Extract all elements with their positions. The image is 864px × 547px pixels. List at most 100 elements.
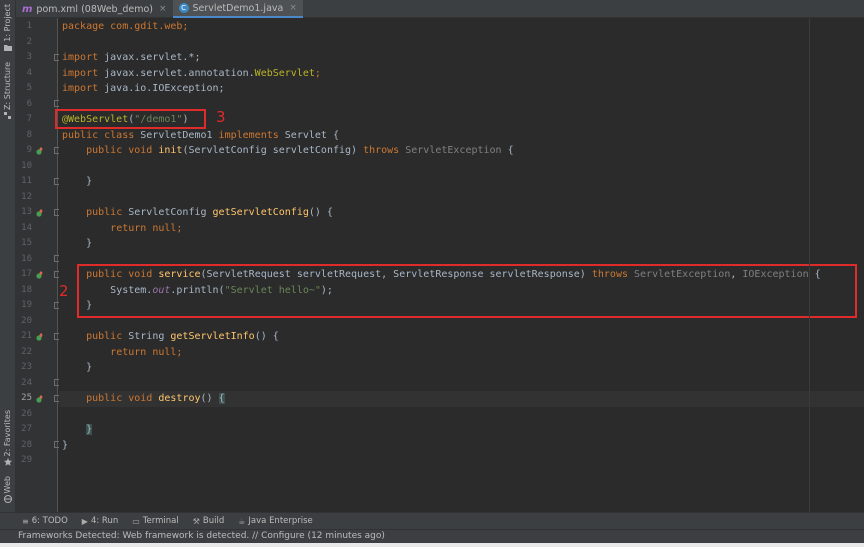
maven-icon: m <box>22 3 33 15</box>
code-text: package com.gdit.web; <box>62 21 189 32</box>
tab-pom-xml[interactable]: m pom.xml (08Web_demo) × <box>16 0 173 18</box>
code-token: return null <box>110 346 177 358</box>
implements-method-icon[interactable] <box>36 333 44 341</box>
line-number: 14 <box>21 222 32 233</box>
code-token: String <box>122 331 171 342</box>
todo-label: 6: TODO <box>31 516 68 526</box>
code-token: implements <box>218 129 279 141</box>
line-number: 5 <box>26 83 32 93</box>
tab-label: ServletDemo1.java <box>192 2 284 14</box>
implements-method-icon[interactable] <box>36 209 44 217</box>
line-number: 15 <box>21 238 32 248</box>
close-icon[interactable]: × <box>289 3 297 13</box>
matched-brace: { <box>218 393 225 404</box>
code-line-15: } <box>62 236 92 252</box>
line-number: 6 <box>26 98 32 109</box>
line-number: 12 <box>21 191 32 202</box>
java-enterprise-label: Java Enterprise <box>248 516 313 526</box>
right-margin-guide <box>809 18 810 512</box>
web-tool-button[interactable]: Web <box>1 476 15 504</box>
code-token: Servlet { <box>278 129 339 141</box>
java-enterprise-tool-button[interactable]: ☕ Java Enterprise <box>238 516 313 526</box>
run-tool-button[interactable]: ▶ 4: Run <box>82 516 118 526</box>
status-bar[interactable]: Frameworks Detected: Web framework is de… <box>0 529 864 543</box>
line-number: 13 <box>21 207 32 217</box>
code-token: init <box>158 145 183 156</box>
status-message[interactable]: Frameworks Detected: Web framework is de… <box>18 531 385 541</box>
editor-gutter: 1 2 3 4 5 6 7 8 9 10 11 12 13 14 15 16 1… <box>16 18 61 512</box>
line-number: 22 <box>21 346 32 357</box>
implements-method-icon[interactable] <box>36 395 44 403</box>
globe-icon <box>4 495 12 504</box>
line-number: 2 <box>26 36 32 47</box>
code-editor[interactable]: package com.gdit.web; import javax.servl… <box>55 18 864 512</box>
code-line-23: } <box>62 360 92 376</box>
code-token: return null <box>110 222 177 234</box>
code-token: ServletDemo1 <box>134 129 219 141</box>
java-enterprise-icon: ☕ <box>238 516 246 526</box>
code-token: WebServlet <box>254 67 315 79</box>
editor-tab-bar: m pom.xml (08Web_demo) × C ServletDemo1.… <box>16 0 864 18</box>
code-token: { <box>501 145 514 156</box>
code-token: public class <box>62 129 135 141</box>
bottom-tool-bar: ≡ 6: TODO ▶ 4: Run ▭ Terminal ⚒ Build ☕ Java … <box>0 512 864 529</box>
code-token: ServletConfig <box>122 207 213 218</box>
close-icon[interactable]: × <box>159 4 167 14</box>
project-tool-button[interactable]: 1: Project <box>1 4 15 52</box>
matched-brace: } <box>86 424 93 435</box>
code-line-22: return null; <box>62 345 182 361</box>
todo-tool-button[interactable]: ≡ 6: TODO <box>22 516 68 526</box>
line-number: 28 <box>21 439 32 450</box>
favorites-tool-button[interactable]: 2: Favorites <box>1 410 15 467</box>
line-number: 4 <box>26 67 32 78</box>
line-number: 11 <box>21 176 32 186</box>
terminal-label: Terminal <box>142 516 179 526</box>
code-token: javax.servlet.annotation. <box>98 67 255 79</box>
structure-icon <box>4 111 11 119</box>
code-line-9: public void init(ServletConfig servletCo… <box>62 143 514 159</box>
project-tool-label: 1: Project <box>3 4 12 42</box>
implements-method-icon[interactable] <box>36 147 44 155</box>
code-token: import <box>62 83 99 94</box>
code-line-21: public String getServletInfo() { <box>62 329 279 345</box>
code-token: () { <box>254 331 279 342</box>
code-token: throws <box>363 145 400 156</box>
favorites-tool-label: 2: Favorites <box>3 410 12 457</box>
structure-tool-button[interactable]: Z: Structure <box>1 62 15 120</box>
code-token: javax.servlet.*; <box>98 52 201 63</box>
line-number: 1 <box>26 21 32 31</box>
annotation-box-webservlet <box>55 109 206 129</box>
code-line-3: import javax.servlet.*; <box>62 50 200 66</box>
annotation-number-3: 3 <box>216 108 226 126</box>
line-number: 17 <box>21 269 32 279</box>
code-token: () <box>200 393 219 404</box>
code-line-8: public class ServletDemo1 implements Ser… <box>62 128 339 144</box>
line-number: 20 <box>21 315 32 326</box>
run-icon: ▶ <box>81 516 88 526</box>
code-token: } <box>62 439 69 451</box>
build-label: Build <box>202 516 225 526</box>
build-tool-button[interactable]: ⚒ Build <box>193 516 225 526</box>
code-token: public <box>86 331 123 342</box>
code-token: getServletConfig <box>212 207 309 218</box>
line-number: 10 <box>21 160 32 171</box>
code-token: import <box>62 67 99 79</box>
web-tool-label: Web <box>3 476 12 494</box>
code-line-13: public ServletConfig getServletConfig() … <box>62 205 333 221</box>
implements-method-icon[interactable] <box>36 271 44 279</box>
left-tool-strip: 1: Project Z: Structure 2: Favorites Web <box>0 0 16 512</box>
terminal-tool-button[interactable]: ▭ Terminal <box>132 516 178 526</box>
code-token: destroy <box>158 393 201 404</box>
line-number-current: 25 <box>21 393 32 403</box>
line-number: 24 <box>21 377 32 388</box>
code-line-4: import javax.servlet.annotation.WebServl… <box>62 66 321 82</box>
code-token: } <box>86 362 93 373</box>
line-number: 18 <box>21 284 32 295</box>
code-token: java.io.IOException; <box>98 83 225 94</box>
tab-servletdemo1-java[interactable]: C ServletDemo1.java × <box>172 0 303 18</box>
line-number: 27 <box>21 424 32 434</box>
code-token: public <box>86 207 123 218</box>
code-token: } <box>86 238 93 249</box>
line-number: 29 <box>21 455 32 465</box>
code-token: import <box>62 52 99 63</box>
